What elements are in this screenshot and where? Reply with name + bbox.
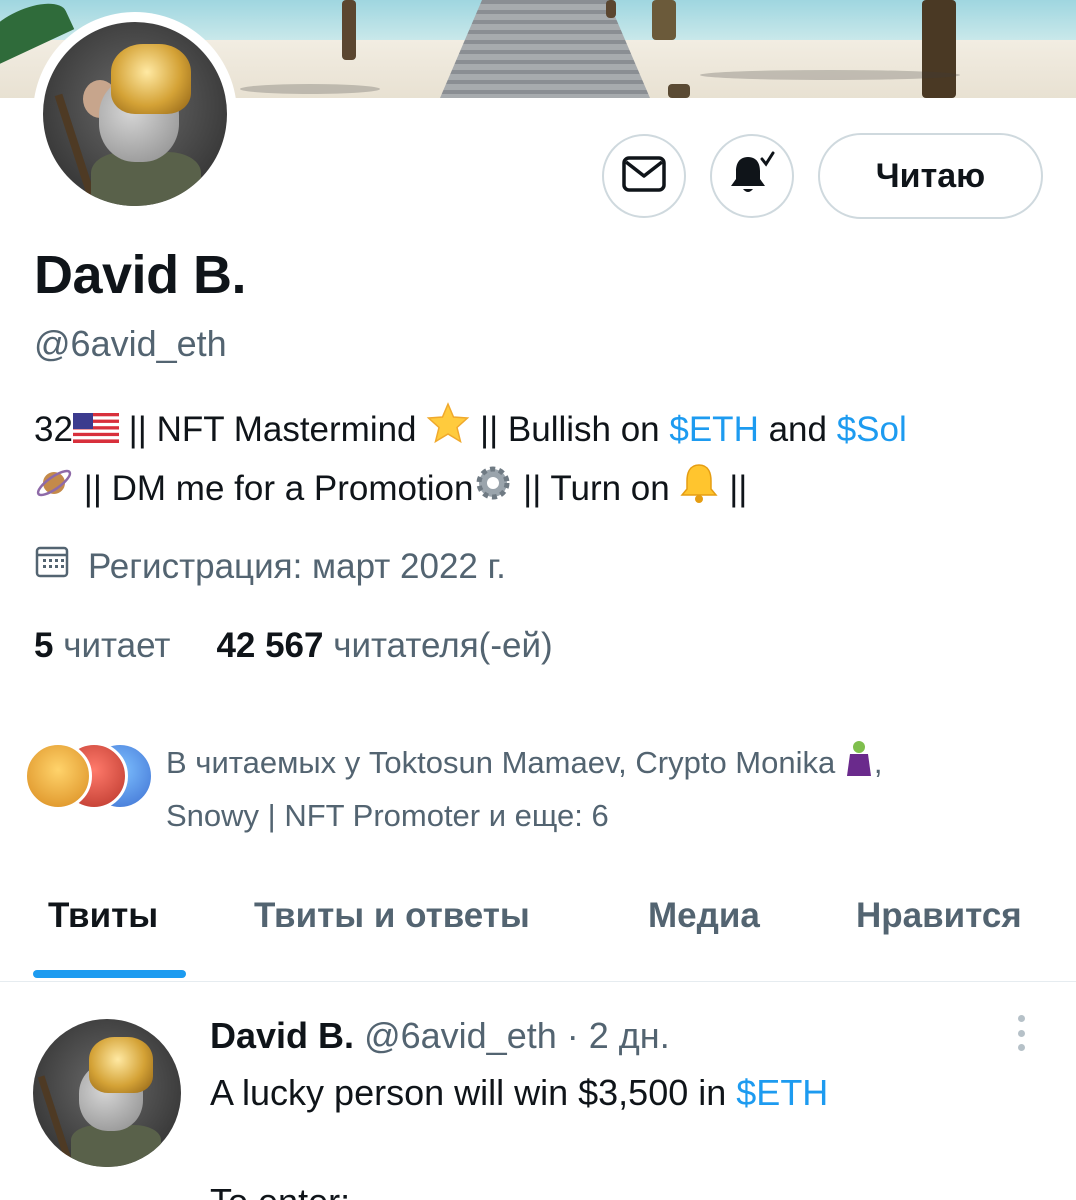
follower-avatar [24, 742, 92, 810]
banner-palm-trunk [652, 0, 676, 40]
profile-avatar-ring [33, 12, 237, 216]
following-button[interactable]: Читаю [818, 133, 1043, 219]
banner-palm-trunk [606, 0, 616, 18]
profile-avatar[interactable] [43, 22, 227, 206]
tab-likes[interactable]: Нравится [856, 896, 1022, 936]
eth-cashtag-link[interactable]: $ETH [736, 1072, 828, 1113]
sol-cashtag-link[interactable]: $Sol [837, 410, 907, 449]
followed-by-text: В читаемых у Toktosun Mamaev, Crypto Mon… [166, 738, 883, 840]
tweet-separator: · [566, 1015, 579, 1056]
followers-label: читателя(-ей) [333, 626, 553, 665]
tab-media[interactable]: Медиа [648, 896, 760, 936]
avatar-body [71, 1125, 161, 1167]
profile-stats: 5 читает 42 567 читателя(-ей) [34, 626, 553, 666]
planet-icon [34, 463, 74, 520]
active-tab-indicator [33, 970, 186, 978]
profile-handle: @6avid_eth [34, 323, 227, 364]
notifications-button[interactable] [710, 134, 794, 218]
profile-joined-date: Регистрация: март 2022 г. [34, 544, 506, 589]
mail-icon [622, 155, 666, 197]
followed-by-section[interactable]: В читаемых у Toktosun Mamaev, Crypto Mon… [24, 738, 883, 840]
bell-check-icon [728, 151, 776, 202]
followed-by-line: В читаемых у Toktosun Mamaev, Crypto Mon… [166, 745, 836, 781]
tab-tweets[interactable]: Твиты [48, 896, 158, 936]
eth-cashtag-link[interactable]: $ETH [669, 410, 758, 449]
followers-stat[interactable]: 42 567 читателя(-ей) [216, 626, 552, 666]
banner-palm-trunk [342, 0, 356, 60]
us-flag-icon [72, 404, 119, 460]
banner-shadow [240, 84, 380, 94]
bio-text: || Bullish on [470, 410, 670, 449]
bio-text: || [719, 469, 748, 509]
avatar-golden-mask [111, 44, 191, 114]
tweet-text-continued: To enter: [210, 1181, 350, 1200]
message-button[interactable] [602, 134, 686, 218]
banner-palm-trunk [922, 0, 956, 98]
tweet-item[interactable]: David B. @6avid_eth · 2 дн. A lucky pers… [0, 983, 1076, 1200]
tweet-text-body: A lucky person will win $3,500 in [210, 1072, 737, 1113]
bio-text: || DM me for a Promotion [74, 469, 474, 509]
tweet-text: A lucky person will win $3,500 in $ETH [210, 1071, 828, 1115]
avatar-stick [37, 1075, 76, 1167]
bio-text: and [758, 410, 837, 449]
following-label: читает [63, 626, 171, 665]
calendar-icon [34, 544, 70, 589]
villain-emoji-icon [844, 738, 874, 792]
more-vertical-icon[interactable] [1012, 1015, 1030, 1051]
profile-tabs: Твиты Твиты и ответы Медиа Нравится [0, 880, 1076, 982]
tweet-header: David B. @6avid_eth · 2 дн. [210, 1015, 670, 1057]
tab-tweets-and-replies[interactable]: Твиты и ответы [254, 896, 530, 936]
joined-text: Регистрация: март 2022 г. [88, 546, 506, 586]
followed-by-avatars [24, 742, 156, 816]
banner-post [668, 84, 690, 98]
bio-text: || Turn on [513, 469, 680, 509]
followed-by-line-end: , [873, 745, 883, 781]
followed-by-line: Snowy | NFT Promoter и еще: 6 [166, 798, 609, 833]
gear-icon [473, 463, 513, 520]
bio-text: || NFT Mastermind [118, 410, 427, 449]
banner-shadow [700, 70, 960, 80]
tweet-time[interactable]: 2 дн. [589, 1015, 670, 1056]
bell-emoji-icon [679, 462, 719, 521]
followers-count: 42 567 [216, 626, 324, 665]
tweet-author-avatar[interactable] [33, 1019, 181, 1167]
avatar-golden-mask [89, 1037, 153, 1093]
following-stat[interactable]: 5 читает [34, 626, 170, 666]
profile-name: David B. [34, 245, 247, 305]
profile-bio: 32 || NFT Mastermind || Bullish on $ETH … [34, 402, 1044, 521]
star-icon [426, 402, 470, 461]
following-count: 5 [34, 626, 54, 665]
tweet-author-name[interactable]: David B. [210, 1015, 354, 1056]
bio-age: 32 [34, 410, 73, 449]
tweet-author-handle[interactable]: @6avid_eth [364, 1015, 557, 1056]
